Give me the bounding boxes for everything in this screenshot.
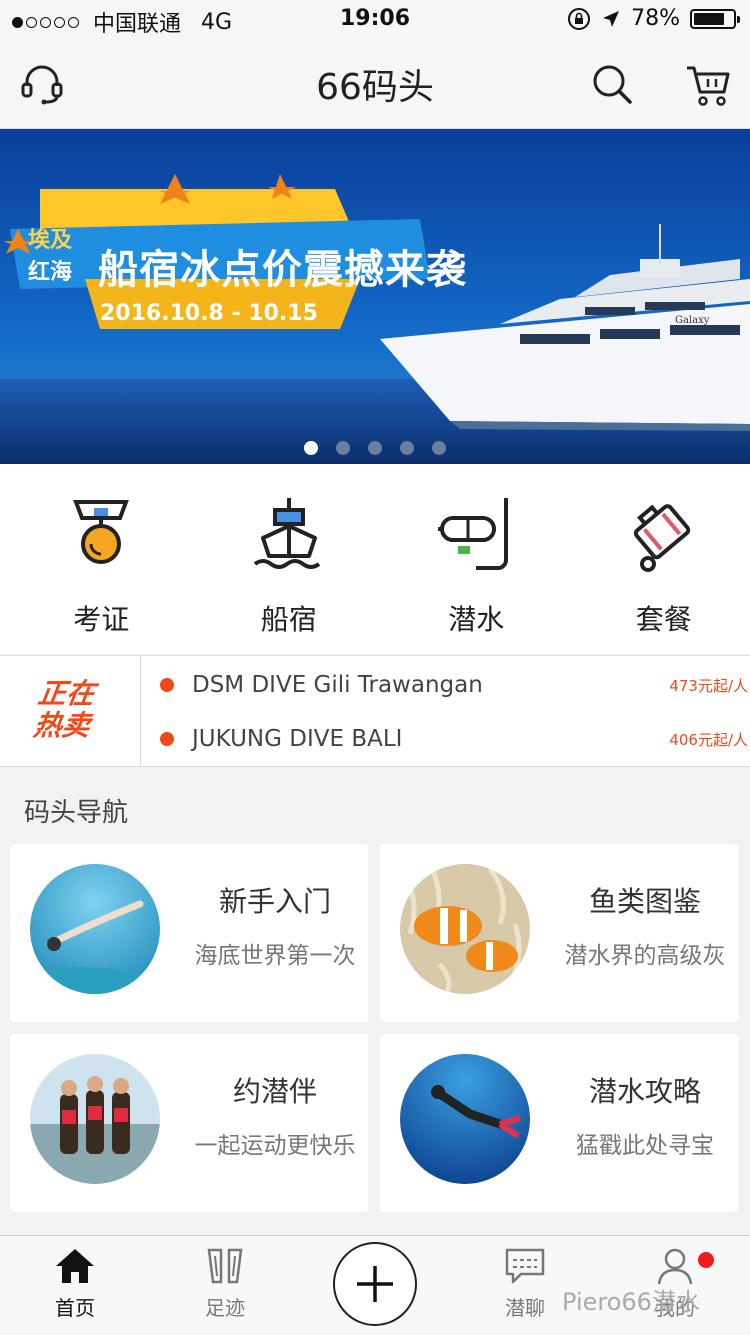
status-bar: 中国联通 4G 19:06 78% [0, 0, 750, 40]
cart-icon[interactable] [684, 60, 732, 108]
page-title: 66码头 [0, 58, 750, 110]
category-certification[interactable]: 考证 [15, 464, 188, 654]
tab-label: 首页 [25, 1292, 125, 1321]
hot-sale-panel: 正在 热卖 DSM DIVE Gili Trawangan 473元起/人 JU… [0, 655, 750, 767]
rotation-lock-icon [567, 7, 591, 31]
card-title: 新手入门 [160, 880, 390, 920]
svg-text:Galaxy: Galaxy [675, 315, 710, 326]
tab-chat[interactable]: 潜聊 [475, 1246, 575, 1321]
category-label: 套餐 [578, 598, 750, 638]
tab-label: 潜聊 [475, 1292, 575, 1321]
hot-sale-item-name: JUKUNG DIVE BALI [192, 726, 669, 752]
hot-sale-badge: 正在 热卖 [0, 656, 141, 766]
pagination-dot[interactable] [336, 441, 350, 455]
ship-icon [249, 494, 329, 574]
banner-artwork: Galaxy [0, 129, 750, 464]
tab-footprint[interactable]: 足迹 [175, 1246, 275, 1321]
banner-dates: 2016.10.8 - 10.15 [100, 301, 318, 326]
card-subtitle: 潜水界的高级灰 [530, 936, 750, 970]
status-right: 78% [567, 6, 736, 31]
card-title: 约潜伴 [160, 1070, 390, 1110]
category-label: 潜水 [390, 598, 563, 638]
location-arrow-icon [601, 9, 621, 29]
battery-icon [690, 9, 736, 29]
category-liveaboard[interactable]: 船宿 [203, 464, 376, 654]
home-icon [53, 1246, 97, 1286]
hot-sale-item-name: DSM DIVE Gili Trawangan [192, 672, 669, 698]
card-subtitle: 海底世界第一次 [160, 936, 390, 970]
card-title: 鱼类图鉴 [530, 880, 750, 920]
search-icon[interactable] [588, 60, 636, 108]
banner-region: 埃及 红海 [28, 225, 72, 289]
category-label: 考证 [15, 598, 188, 638]
card-image [400, 1054, 530, 1184]
bullet-dot [160, 732, 174, 746]
card-image [30, 864, 160, 994]
tab-home[interactable]: 首页 [25, 1246, 125, 1321]
banner-pagination [0, 441, 750, 455]
guide-card-strategy[interactable]: 潜水攻略 猛戳此处寻宝 [380, 1034, 738, 1212]
hot-sale-item[interactable]: JUKUNG DIVE BALI 406元起/人 [160, 712, 750, 766]
guide-card-beginner[interactable]: 新手入门 海底世界第一次 [10, 844, 368, 1022]
card-image [400, 864, 530, 994]
category-label: 船宿 [203, 598, 376, 638]
hot-sale-item[interactable]: DSM DIVE Gili Trawangan 473元起/人 [160, 658, 750, 712]
tab-label: 足迹 [175, 1292, 275, 1321]
user-icon [653, 1246, 697, 1286]
hot-sale-item-price: 406元起/人 [669, 729, 748, 750]
watermark: Piero66潜水 [562, 1282, 700, 1317]
section-title: 码头导航 [24, 792, 128, 829]
category-row: 考证 船宿 潜水 套餐 [0, 464, 750, 654]
card-subtitle: 猛戳此处寻宝 [530, 1126, 750, 1160]
promo-banner[interactable]: Galaxy 埃及 红海 船宿冰点价震撼来袭 2016.10.8 - 10.15 [0, 129, 750, 464]
plus-icon [335, 1244, 415, 1324]
luggage-icon [624, 494, 704, 574]
snorkel-mask-icon [436, 494, 516, 574]
banner-headline: 船宿冰点价震撼来袭 [98, 237, 467, 295]
fins-icon [203, 1246, 247, 1286]
guide-card-fish[interactable]: 鱼类图鉴 潜水界的高级灰 [380, 844, 738, 1022]
notification-dot [698, 1252, 714, 1268]
add-post-button[interactable] [333, 1242, 417, 1326]
battery-percent: 78% [631, 6, 680, 31]
chat-bubble-icon [503, 1246, 547, 1286]
card-title: 潜水攻略 [530, 1070, 750, 1110]
category-package[interactable]: 套餐 [578, 464, 750, 654]
hot-sale-item-price: 473元起/人 [669, 675, 748, 696]
top-nav-bar: 66码头 [0, 40, 750, 129]
bullet-dot [160, 678, 174, 692]
pagination-dot[interactable] [400, 441, 414, 455]
pagination-dot[interactable] [432, 441, 446, 455]
category-diving[interactable]: 潜水 [390, 464, 563, 654]
card-subtitle: 一起运动更快乐 [160, 1126, 390, 1160]
card-image [30, 1054, 160, 1184]
guide-card-buddy[interactable]: 约潜伴 一起运动更快乐 [10, 1034, 368, 1212]
pagination-dot[interactable] [368, 441, 382, 455]
medal-icon [66, 494, 136, 574]
pagination-dot[interactable] [304, 441, 318, 455]
